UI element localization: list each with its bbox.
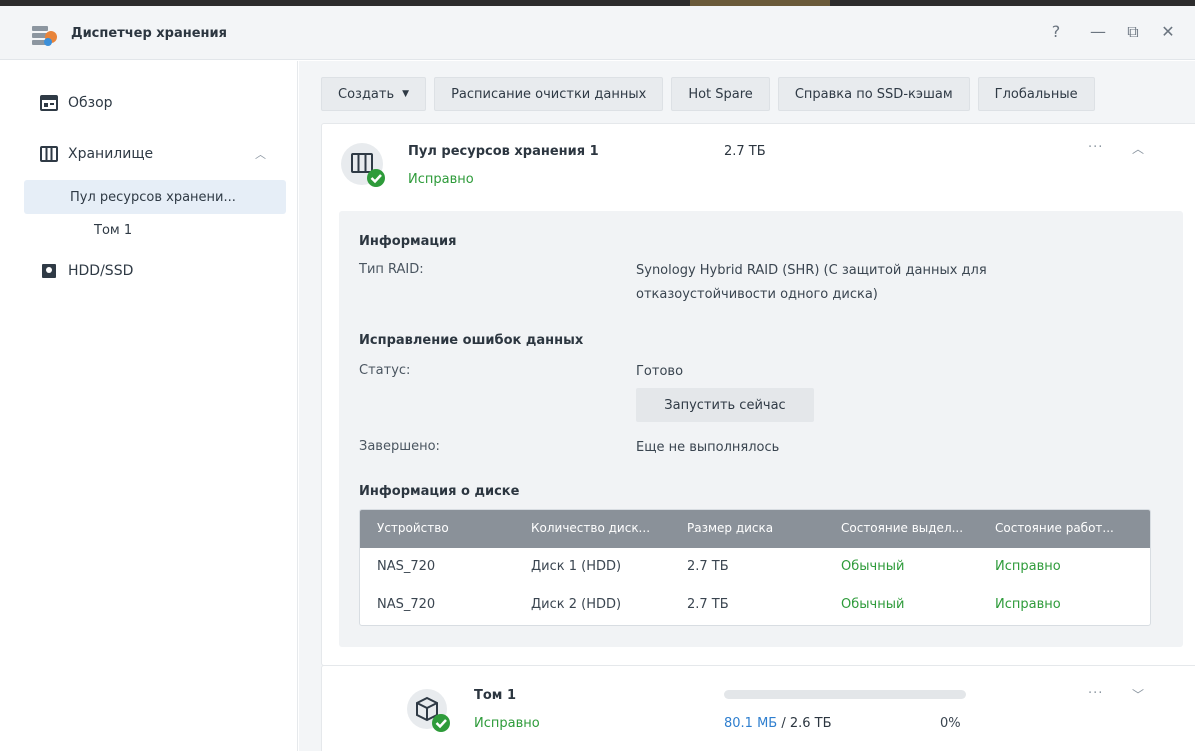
global-settings-button[interactable]: Глобальные	[977, 77, 1095, 111]
storage-pool-card: Пул ресурсов хранения 1 Исправно 2.7 ТБ …	[321, 123, 1195, 666]
scrub-status-value: Готово	[636, 364, 684, 379]
column-header-device[interactable]: Устройство	[377, 521, 449, 535]
sidebar-item-label: HDD/SSD	[68, 263, 134, 279]
storage-pool-details: Информация Тип RAID: Synology Hybrid RAI…	[339, 211, 1183, 647]
storage-manager-app-icon	[32, 26, 57, 46]
raid-type-value-line2: отказоустойчивости одного диска)	[636, 287, 878, 302]
run-now-button[interactable]: Запустить сейчас	[636, 388, 814, 422]
sidebar-item-label: Том 1	[94, 222, 133, 238]
sidebar-item-hdd-ssd[interactable]: HDD/SSD	[24, 254, 286, 288]
volume-card: Том 1 Исправно 80.1 МБ / 2.6 ТБ 0% ··· ﹀	[321, 665, 1195, 751]
completed-label: Завершено:	[359, 439, 440, 454]
raid-type-label: Тип RAID:	[359, 262, 424, 277]
volume-usage-text: 80.1 МБ / 2.6 ТБ	[724, 716, 832, 731]
column-header-disk-count[interactable]: Количество диск...	[531, 521, 650, 535]
window-titlebar: Диспетчер хранения ? — ⧉ ✕	[0, 6, 1195, 60]
scrub-schedule-button[interactable]: Расписание очистки данных	[434, 77, 664, 111]
cell-device: NAS_720	[377, 559, 436, 574]
sidebar-item-overview[interactable]: Обзор	[24, 86, 286, 120]
raid-type-value-line1: Synology Hybrid RAID (SHR) (С защитой да…	[636, 263, 987, 278]
create-button[interactable]: Создать ▼	[321, 77, 427, 111]
cell-size: 2.7 ТБ	[687, 597, 729, 612]
overview-icon	[40, 95, 58, 111]
chevron-up-icon[interactable]: ︿	[1132, 140, 1144, 157]
main-content: Создать ▼ Расписание очистки данных Hot …	[299, 61, 1195, 751]
volume-name: Том 1	[474, 688, 516, 703]
disk-table: Устройство Количество диск... Размер дис…	[359, 509, 1151, 626]
chevron-up-icon[interactable]: ︿	[255, 146, 266, 162]
scrub-schedule-label: Расписание очистки данных	[451, 86, 647, 102]
caret-down-icon: ▼	[402, 89, 410, 99]
volume-used-value[interactable]: 80.1 МБ	[724, 716, 777, 731]
cell-health-status: Исправно	[995, 559, 1061, 574]
ssd-cache-help-label: Справка по SSD-кэшам	[794, 86, 953, 102]
table-row[interactable]: NAS_720 Диск 2 (HDD) 2.7 ТБ Обычный Испр…	[360, 586, 1150, 624]
sidebar-item-storage-pool[interactable]: Пул ресурсов хранени...	[24, 180, 286, 214]
cell-allocation-status: Обычный	[841, 597, 905, 612]
more-options-icon[interactable]: ···	[1088, 686, 1103, 701]
help-button[interactable]: ?	[1046, 22, 1066, 41]
disk-info-section-title: Информация о диске	[359, 484, 520, 499]
column-header-allocation-status[interactable]: Состояние выдел...	[841, 521, 963, 535]
cell-allocation-status: Обычный	[841, 559, 905, 574]
close-button[interactable]: ✕	[1158, 22, 1178, 41]
disk-icon	[42, 264, 56, 278]
sidebar-item-storage[interactable]: Хранилище ︿	[24, 137, 286, 171]
cell-disk: Диск 2 (HDD)	[531, 597, 622, 612]
storage-pool-name: Пул ресурсов хранения 1	[408, 144, 599, 159]
sidebar: Обзор Хранилище ︿ Пул ресурсов хранени..…	[0, 61, 298, 751]
storage-icon	[40, 146, 58, 162]
hot-spare-label: Hot Spare	[688, 86, 753, 102]
hot-spare-button[interactable]: Hot Spare	[671, 77, 770, 111]
window-title: Диспетчер хранения	[71, 26, 227, 41]
more-options-icon[interactable]: ···	[1088, 140, 1103, 155]
sidebar-item-label: Обзор	[68, 95, 113, 111]
sidebar-item-volume-1[interactable]: Том 1	[24, 213, 286, 247]
storage-pool-size: 2.7 ТБ	[724, 144, 766, 159]
sidebar-item-label: Пул ресурсов хранени...	[70, 189, 236, 205]
volume-total-value: / 2.6 ТБ	[777, 716, 832, 731]
volume-icon	[407, 689, 450, 732]
completed-value: Еще не выполнялось	[636, 440, 780, 455]
sidebar-item-label: Хранилище	[68, 146, 154, 162]
cell-size: 2.7 ТБ	[687, 559, 729, 574]
cell-disk: Диск 1 (HDD)	[531, 559, 622, 574]
storage-pool-icon	[341, 143, 385, 187]
global-settings-label: Глобальные	[994, 86, 1078, 102]
volume-usage-percent: 0%	[940, 716, 961, 731]
volume-status: Исправно	[474, 716, 540, 731]
restore-button[interactable]: ⧉	[1123, 22, 1143, 42]
create-button-label: Создать	[338, 86, 395, 102]
info-section-title: Информация	[359, 234, 457, 249]
cell-device: NAS_720	[377, 597, 436, 612]
table-header: Устройство Количество диск... Размер дис…	[360, 510, 1150, 548]
volume-usage-bar	[724, 690, 966, 699]
minimize-button[interactable]: —	[1088, 22, 1108, 41]
ssd-cache-help-button[interactable]: Справка по SSD-кэшам	[777, 77, 970, 111]
column-header-disk-size[interactable]: Размер диска	[687, 521, 773, 535]
chevron-down-icon[interactable]: ﹀	[1132, 686, 1144, 703]
table-row[interactable]: NAS_720 Диск 1 (HDD) 2.7 ТБ Обычный Испр…	[360, 548, 1150, 586]
scrub-status-label: Статус:	[359, 363, 411, 378]
storage-pool-status: Исправно	[408, 172, 474, 187]
column-header-health-status[interactable]: Состояние работ...	[995, 521, 1114, 535]
toolbar: Создать ▼ Расписание очистки данных Hot …	[321, 77, 1095, 111]
scrub-section-title: Исправление ошибок данных	[359, 333, 584, 348]
cell-health-status: Исправно	[995, 597, 1061, 612]
